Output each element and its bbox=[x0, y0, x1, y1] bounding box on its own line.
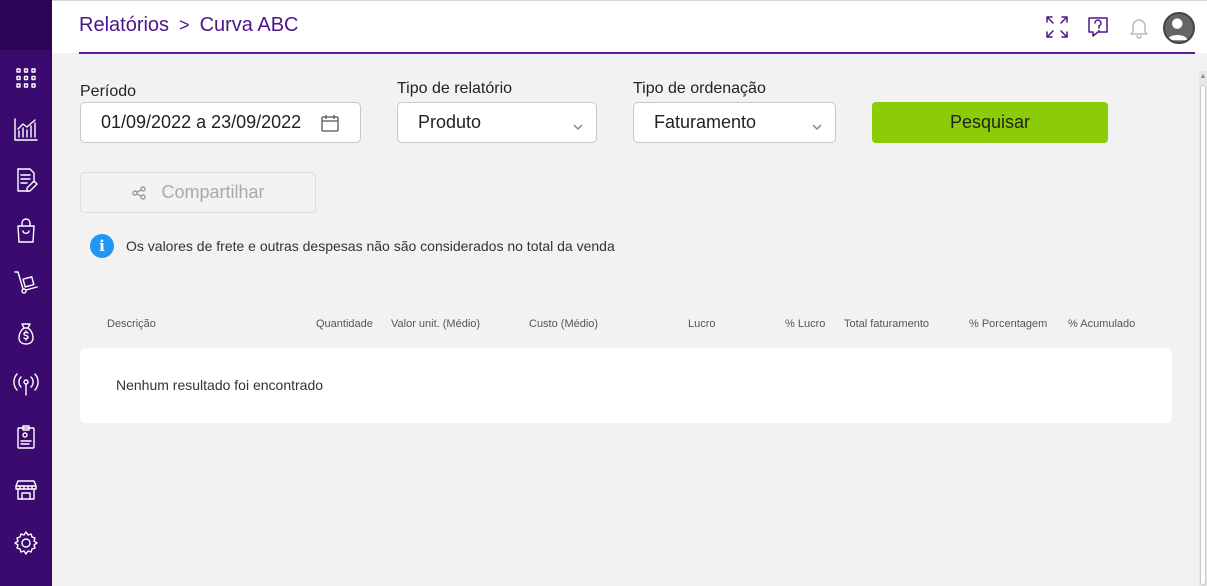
header-divider bbox=[79, 52, 1195, 54]
column-header-quantidade[interactable]: Quantidade bbox=[316, 318, 373, 330]
share-button-label: Compartilhar bbox=[161, 182, 265, 202]
store-icon[interactable] bbox=[10, 474, 42, 506]
breadcrumb-item-relatorios[interactable]: Relatórios bbox=[79, 14, 169, 37]
top-header: Relatórios > Curva ABC bbox=[52, 1, 1207, 53]
gear-icon[interactable] bbox=[10, 527, 42, 559]
search-button[interactable]: Pesquisar bbox=[872, 102, 1108, 143]
column-header-valor-unit[interactable]: Valor unit. (Médio) bbox=[391, 318, 480, 330]
tipo-relatorio-value: Produto bbox=[418, 112, 482, 132]
vertical-scrollbar[interactable]: ▲ bbox=[1199, 71, 1207, 586]
bell-icon[interactable] bbox=[1124, 12, 1154, 42]
chart-icon[interactable] bbox=[10, 113, 42, 145]
column-header-custo[interactable]: Custo (Médio) bbox=[529, 318, 598, 330]
apps-grid-icon[interactable] bbox=[10, 62, 42, 94]
broadcast-icon[interactable] bbox=[10, 368, 42, 400]
share-button[interactable]: Compartilhar bbox=[80, 172, 316, 213]
tipo-ordenacao-select[interactable]: Faturamento bbox=[633, 102, 836, 143]
fullscreen-icon[interactable] bbox=[1042, 12, 1072, 42]
info-icon: i bbox=[90, 234, 114, 258]
breadcrumb: Relatórios > Curva ABC bbox=[79, 14, 299, 37]
periodo-date-input[interactable]: 01/09/2022 a 23/09/2022 bbox=[80, 102, 361, 143]
tipo-relatorio-label: Tipo de relatório bbox=[397, 80, 513, 97]
share-icon bbox=[132, 185, 147, 200]
tipo-ordenacao-label: Tipo de ordenação bbox=[633, 80, 766, 97]
periodo-label: Período bbox=[80, 83, 137, 100]
info-notice: i Os valores de frete e outras despesas … bbox=[90, 234, 615, 258]
calendar-icon bbox=[320, 113, 340, 133]
shopping-bag-icon[interactable] bbox=[10, 215, 42, 247]
sidebar-top bbox=[0, 0, 52, 50]
document-edit-icon[interactable] bbox=[10, 164, 42, 196]
clipboard-icon[interactable] bbox=[10, 421, 42, 453]
avatar[interactable] bbox=[1163, 12, 1195, 44]
sidebar bbox=[0, 0, 52, 586]
scroll-up-icon[interactable]: ▲ bbox=[1199, 71, 1207, 81]
chevron-down-icon bbox=[572, 117, 584, 131]
results-panel: Nenhum resultado foi encontrado bbox=[80, 348, 1172, 423]
empty-results-message: Nenhum resultado foi encontrado bbox=[116, 377, 324, 393]
column-header-total-faturamento[interactable]: Total faturamento bbox=[844, 318, 929, 330]
tipo-relatorio-select[interactable]: Produto bbox=[397, 102, 597, 143]
periodo-value: 01/09/2022 a 23/09/2022 bbox=[101, 112, 302, 132]
column-header-percent-porcentagem[interactable]: % Porcentagem bbox=[969, 318, 1047, 330]
main-content: Relatórios > Curva ABC Período 01/09/202… bbox=[52, 0, 1207, 586]
tipo-ordenacao-value: Faturamento bbox=[654, 112, 757, 132]
info-message: Os valores de frete e outras despesas nã… bbox=[126, 238, 615, 254]
chevron-down-icon bbox=[811, 117, 823, 131]
column-header-lucro[interactable]: Lucro bbox=[688, 318, 716, 330]
column-header-percent-lucro[interactable]: % Lucro bbox=[785, 318, 825, 330]
column-header-percent-acumulado[interactable]: % Acumulado bbox=[1068, 318, 1135, 330]
column-header-descricao[interactable]: Descrição bbox=[107, 318, 156, 330]
hand-truck-icon[interactable] bbox=[10, 266, 42, 298]
scrollbar-thumb[interactable] bbox=[1200, 85, 1206, 585]
breadcrumb-item-curva-abc: Curva ABC bbox=[199, 14, 299, 36]
money-bag-icon[interactable] bbox=[10, 317, 42, 349]
help-chat-icon[interactable] bbox=[1083, 12, 1113, 42]
breadcrumb-separator: > bbox=[179, 15, 190, 35]
